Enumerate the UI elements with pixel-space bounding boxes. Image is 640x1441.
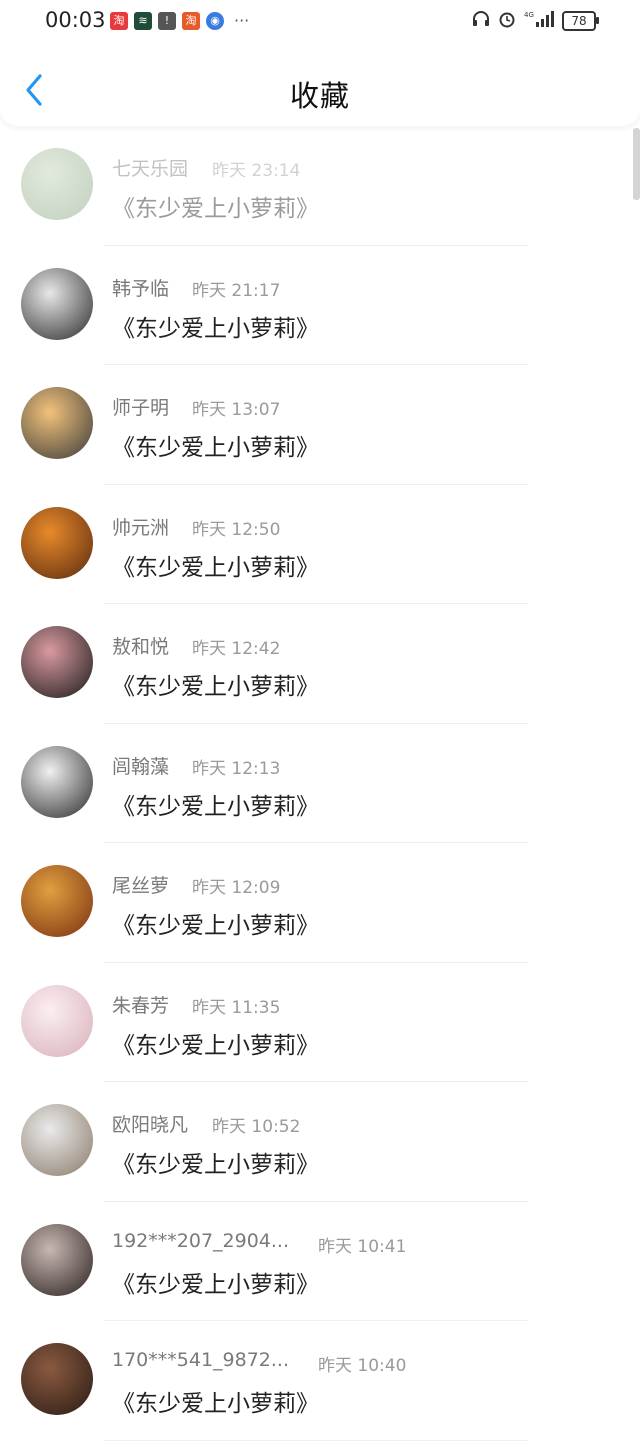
avatar[interactable] — [21, 626, 93, 698]
favorite-title: 《东少爱上小萝莉》 — [112, 793, 319, 820]
page-title: 收藏 — [289, 79, 350, 113]
list-item[interactable]: 192***207_2904... 昨天 10:41 《东少爱上小萝莉》 — [0, 1202, 640, 1321]
taobao-icon: 淘 — [110, 11, 128, 30]
status-bar: 00:03 淘 ≋! 淘 ◉ ··· 4G 78 — [0, 0, 640, 44]
timestamp: 昨天 21:17 — [192, 280, 281, 301]
list-item[interactable]: 师子明 昨天 13:07 《东少爱上小萝莉》 — [0, 365, 640, 485]
user-name: 韩予临 — [112, 277, 170, 300]
notification-icons: 淘 ≋! 淘 ◉ ··· — [110, 11, 249, 30]
alert-icon: ! — [158, 11, 176, 30]
avatar[interactable] — [21, 745, 93, 818]
divider — [104, 1439, 528, 1441]
browser-icon: ◉ — [206, 11, 224, 30]
avatar[interactable] — [21, 984, 93, 1057]
avatar[interactable] — [21, 865, 93, 937]
user-name: 欧阳晓凡 — [112, 1114, 189, 1136]
timestamp: 昨天 13:07 — [192, 400, 281, 420]
list-item[interactable]: 闾翰藻 昨天 12:13 《东少爱上小萝莉》 — [0, 724, 640, 843]
timestamp: 昨天 12:42 — [192, 639, 281, 659]
svg-text:4G: 4G — [524, 11, 534, 19]
favorite-title: 《东少爱上小萝莉》 — [112, 1271, 319, 1298]
avatar[interactable] — [21, 506, 93, 579]
nav-bar: 收藏 — [0, 40, 640, 126]
list-item[interactable]: 七天乐园 昨天 23:14 《东少爱上小萝莉》 — [0, 126, 640, 246]
favorite-title: 《东少爱上小萝莉》 — [112, 674, 319, 700]
favorite-title: 《东少爱上小萝莉》 — [112, 1152, 319, 1178]
timestamp: 昨天 10:41 — [318, 1236, 407, 1257]
favorites-list: 七天乐园 昨天 23:14 《东少爱上小萝莉》 韩予临 昨天 21:17 《东少爱上小萝莉… — [0, 126, 640, 1441]
list-item[interactable]: 欧阳晓凡 昨天 10:52 《东少爱上小萝莉》 — [0, 1082, 640, 1202]
user-name: 朱春芳 — [112, 994, 170, 1017]
user-name: 尾丝萝 — [112, 875, 170, 897]
battery-icon: 78 — [562, 11, 599, 31]
favorite-title: 《东少爱上小萝莉》 — [112, 196, 319, 222]
list-item[interactable]: 朱春芳 昨天 11:35 《东少爱上小萝莉》 — [0, 963, 640, 1082]
timestamp: 昨天 12:09 — [192, 878, 281, 898]
list-item[interactable]: 韩予临 昨天 21:17 《东少爱上小萝莉》 — [0, 246, 640, 365]
favorite-title: 《东少爱上小萝莉》 — [112, 913, 319, 939]
headphones-icon — [472, 10, 490, 32]
user-name: 敖和悦 — [112, 636, 170, 658]
timestamp: 昨天 12:50 — [192, 519, 281, 540]
timestamp: 昨天 11:35 — [192, 997, 281, 1018]
timestamp: 昨天 12:13 — [192, 758, 281, 779]
list-item[interactable]: 敖和悦 昨天 12:42 《东少爱上小萝莉》 — [0, 604, 640, 724]
system-icons: 4G 78 — [472, 10, 599, 32]
timestamp: 昨天 23:14 — [212, 161, 301, 181]
favorite-title: 《东少爱上小萝莉》 — [112, 435, 319, 461]
taobao-icon: 淘 — [182, 11, 200, 30]
signal-icon: 4G — [524, 10, 554, 32]
favorite-title: 《东少爱上小萝莉》 — [112, 315, 319, 342]
alarm-icon — [498, 10, 516, 32]
status-time: 00:03 — [45, 8, 106, 32]
user-name: 七天乐园 — [112, 158, 189, 180]
avatar[interactable] — [21, 1223, 93, 1296]
avatar[interactable] — [21, 1343, 93, 1415]
favorite-title: 《东少爱上小萝莉》 — [112, 1391, 319, 1417]
favorite-title: 《东少爱上小萝莉》 — [112, 554, 319, 581]
user-name: 师子明 — [112, 397, 170, 419]
timestamp: 昨天 10:52 — [212, 1117, 301, 1137]
list-item[interactable]: 帅元洲 昨天 12:50 《东少爱上小萝莉》 — [0, 485, 640, 604]
scrollbar[interactable] — [633, 128, 640, 200]
more-icon: ··· — [234, 11, 250, 30]
list-item[interactable]: 尾丝萝 昨天 12:09 《东少爱上小萝莉》 — [0, 843, 640, 963]
app-icon: ≋ — [134, 11, 152, 30]
user-name: 闾翰藻 — [112, 755, 170, 778]
timestamp: 昨天 10:40 — [318, 1356, 407, 1376]
favorite-title: 《东少爱上小萝莉》 — [112, 1032, 319, 1059]
avatar[interactable] — [21, 387, 93, 459]
avatar[interactable] — [21, 148, 93, 220]
avatar[interactable] — [21, 267, 93, 340]
user-name: 帅元洲 — [112, 516, 170, 539]
avatar[interactable] — [21, 1104, 93, 1176]
user-name: 170***541_9872... — [112, 1349, 290, 1371]
user-name: 192***207_2904... — [112, 1229, 290, 1252]
list-item[interactable]: 170***541_9872... 昨天 10:40 《东少爱上小萝莉》 — [0, 1321, 640, 1441]
